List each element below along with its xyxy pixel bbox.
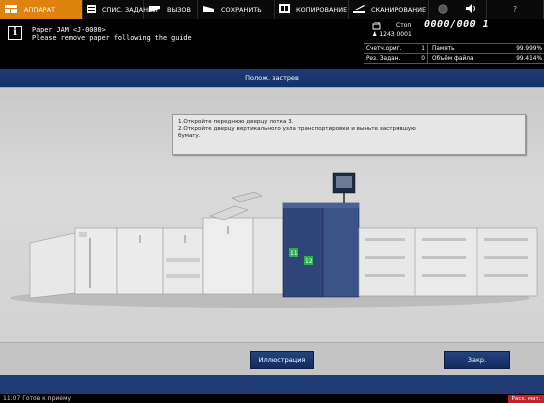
consumables-alert[interactable]: Расх. мат. [508,395,544,403]
counter-value: 0 [416,54,428,63]
save-icon [202,5,215,15]
tab-machine[interactable]: АППАРАТ [0,0,83,19]
machine-icon [4,4,18,16]
job-count: 0000/000 1 [424,19,490,30]
error-message: Paper JAM <J-0000> Please remove paper f… [32,26,192,42]
tab-scan-label: СКАНИРОВАНИЕ [371,5,427,14]
tab-machine-label: АППАРАТ [24,5,56,14]
instruction-box: 1.Откройте переднюю дверцу лотка 3. 2.От… [172,114,526,155]
error-message-line1: Paper JAM <J-0000> [32,26,106,34]
list-icon [87,4,96,15]
illustration-button[interactable]: Иллюстрация [250,351,314,369]
tab-extra [429,0,487,19]
tab-job-list[interactable]: СПИС. ЗАДАНИЙ [83,0,158,19]
output-stacker-left [29,227,118,299]
counter-value: 99.414% [516,56,542,62]
door-label-11: 11 [290,250,298,257]
user-icon: ♟ [372,31,378,38]
close-button[interactable]: Закр. [444,351,510,369]
info-icon: i [8,26,22,40]
tab-recall[interactable]: ВЫЗОВ [144,0,198,19]
recall-icon [148,5,161,15]
finisher-units [116,191,284,295]
counter-label: Рез. Задан. [366,56,401,62]
scan-icon [353,4,365,15]
tab-save-label: СОХРАНИТЬ [221,5,262,14]
stop-label: Стоп [396,22,412,29]
page-title: Полож. застрев [0,69,544,87]
tab-save[interactable]: СОХРАНИТЬ [198,0,275,19]
user-id: ♟ 1243 0001 [372,31,412,38]
status-text: 11:07 Готов к приему [3,395,72,402]
tab-scan[interactable]: СКАНИРОВАНИЕ [349,0,429,19]
jam-guide-panel: 11 12 1.Откройте переднюю дверцу лотка 3… [0,87,544,342]
message-header: i Paper JAM <J-0000> Please remove paper… [0,19,544,66]
counter-value: 99.999% [516,46,542,52]
status-bar: 11:07 Готов к приему Расх. мат. [0,375,544,403]
volume-icon[interactable] [466,4,477,15]
tab-recall-label: ВЫЗОВ [167,5,191,14]
help-icon: ? [512,5,518,14]
counter-value: 1 [416,44,428,53]
counter-label: Память [432,46,455,52]
counter-label: Счетч.ориг. [366,46,402,52]
instruction-step-2-cont: бумагу. [178,133,201,139]
error-message-line2: Please remove paper following the guide [32,34,192,42]
counter-row: Рез. Задан. 0 Объём файла 99.414% [364,54,544,64]
counter-row: Счетч.ориг. 1 Память 99.999% [364,44,544,54]
copy-icon [279,4,290,15]
tab-copy-label: КОПИРОВАНИЕ [296,5,348,14]
main-engine: 11 12 [282,172,360,298]
instruction-step-2: 2.Откройте дверцу вертикального узла тра… [178,126,416,132]
door-label-12: 12 [305,258,313,265]
user-id-value: 1243 0001 [379,31,412,38]
paper-feed-units [358,227,538,297]
counter-label: Объём файла [432,56,474,62]
help-button[interactable]: ? [487,0,544,19]
globe-icon[interactable] [438,3,448,16]
tab-copy[interactable]: КОПИРОВАНИЕ [275,0,349,19]
counter-table: Счетч.ориг. 1 Память 99.999% Рез. Задан.… [364,43,544,64]
status-bar-band [0,375,544,394]
button-bar: Иллюстрация Закр. [0,342,544,375]
instruction-step-1: 1.Откройте переднюю дверцу лотка 3. [178,119,294,125]
top-tab-bar: АППАРАТ СПИС. ЗАДАНИЙ ВЫЗОВ СОХРАНИТЬ КО… [0,0,544,19]
